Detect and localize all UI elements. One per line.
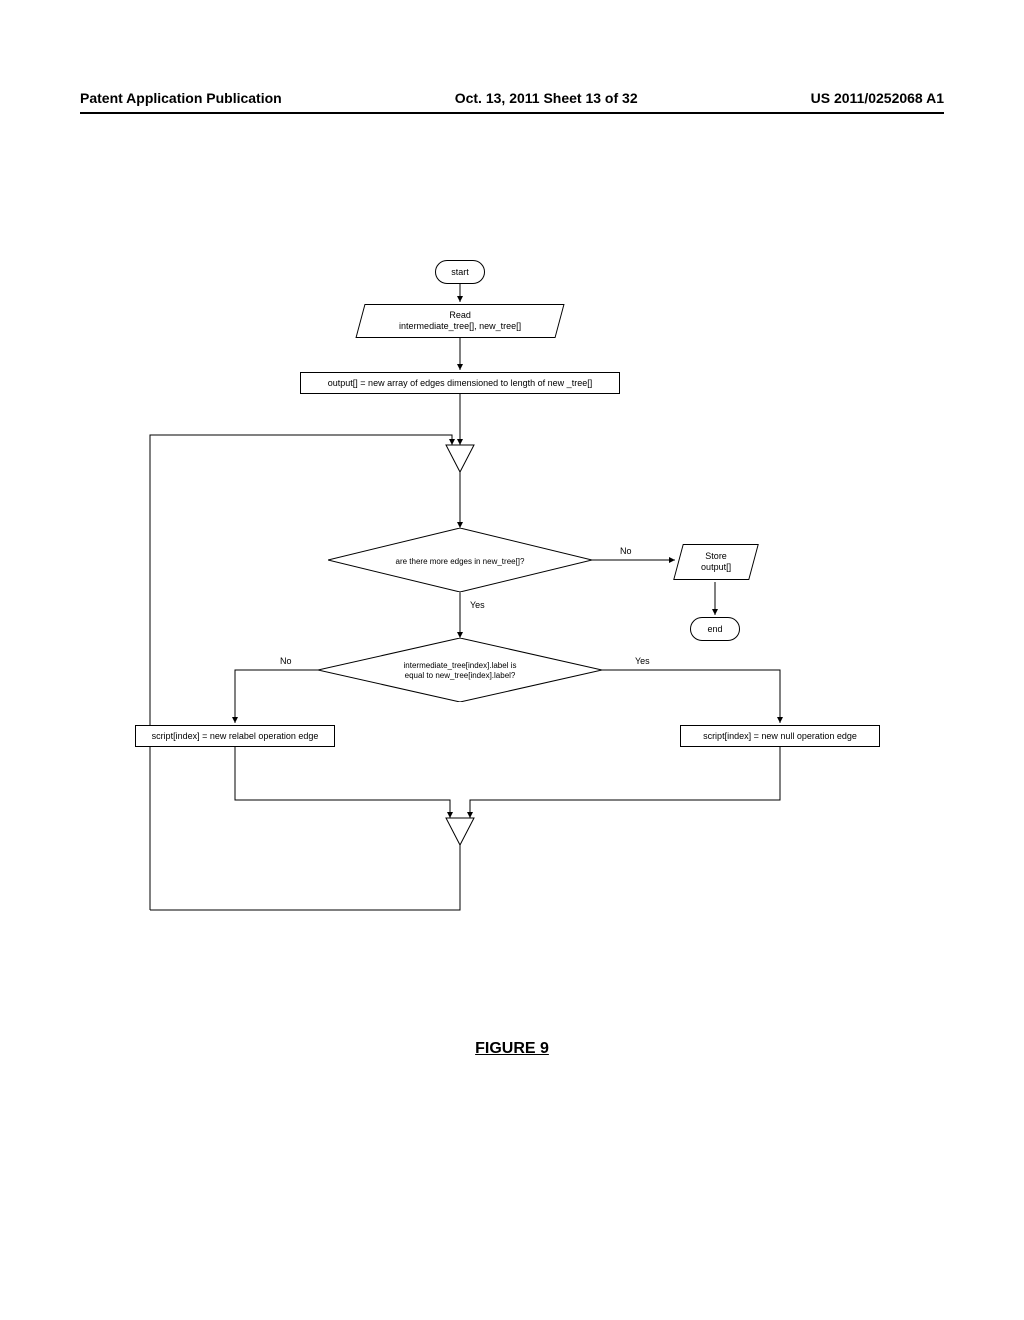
terminator-end: end <box>690 617 740 641</box>
io-store: Store output[] <box>678 544 754 580</box>
label-dec2-yes: Yes <box>635 656 650 666</box>
label-dec1-no: No <box>620 546 632 556</box>
terminator-start: start <box>435 260 485 284</box>
process-init: output[] = new array of edges dimensione… <box>300 372 620 394</box>
decision-labels-equal: intermediate_tree[index].label is equal … <box>318 638 602 707</box>
header-left: Patent Application Publication <box>80 90 282 106</box>
dec2-text-l2: equal to new_tree[index].label? <box>405 671 516 680</box>
end-text: end <box>707 624 722 635</box>
header-right: US 2011/0252068 A1 <box>811 90 944 106</box>
page-header: Patent Application Publication Oct. 13, … <box>0 90 1024 106</box>
decision-more-edges: are there more edges in new_tree[]? <box>328 528 592 597</box>
store-text: Store output[] <box>701 551 731 573</box>
label-dec1-yes: Yes <box>470 600 485 610</box>
process-relabel: script[index] = new relabel operation ed… <box>135 725 335 747</box>
dec1-text: are there more edges in new_tree[]? <box>396 557 526 566</box>
figure-caption: FIGURE 9 <box>0 1040 1024 1058</box>
nullop-text: script[index] = new null operation edge <box>703 731 857 742</box>
header-center: Oct. 13, 2011 Sheet 13 of 32 <box>455 90 638 106</box>
header-rule <box>80 112 944 114</box>
io-read-text: Read intermediate_tree[], new_tree[] <box>399 310 521 332</box>
flowchart: start Read intermediate_tree[], new_tree… <box>80 260 944 1010</box>
relabel-text: script[index] = new relabel operation ed… <box>152 731 319 742</box>
label-dec2-no: No <box>280 656 292 666</box>
process-nullop: script[index] = new null operation edge <box>680 725 880 747</box>
dec2-text-l1: intermediate_tree[index].label is <box>404 661 517 670</box>
io-read: Read intermediate_tree[], new_tree[] <box>360 304 560 338</box>
start-text: start <box>451 267 469 278</box>
init-text: output[] = new array of edges dimensione… <box>328 378 592 389</box>
